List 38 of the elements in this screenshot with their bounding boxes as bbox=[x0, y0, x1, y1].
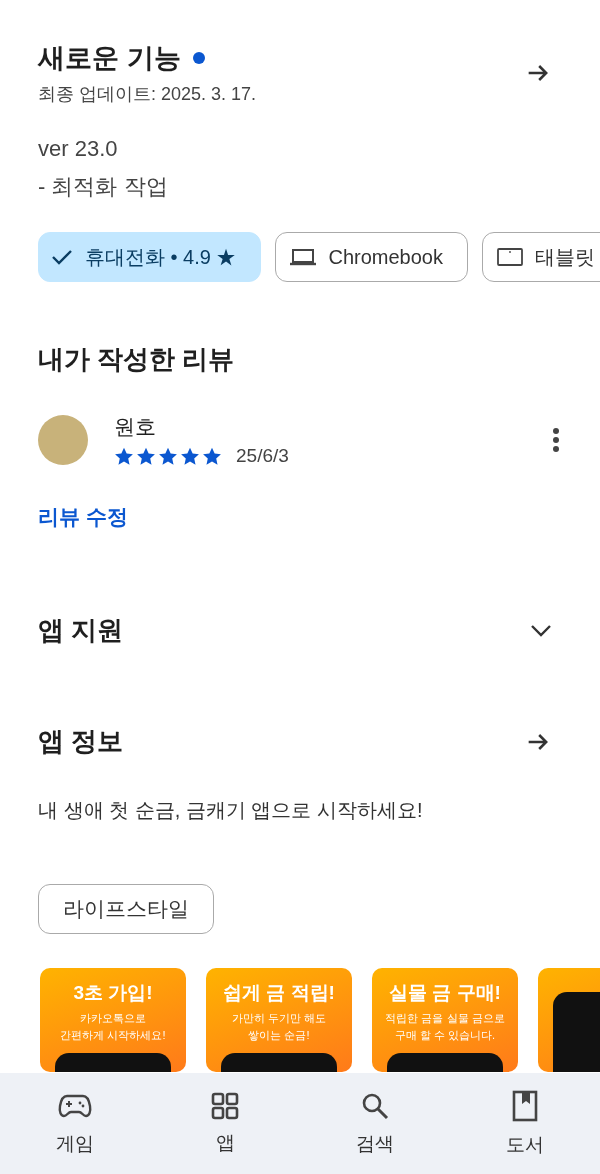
chevron-down-icon[interactable] bbox=[530, 623, 552, 638]
star-icon bbox=[202, 446, 222, 466]
release-note-text: ver 23.0 bbox=[38, 136, 119, 162]
device-chip[interactable]: Chromebook bbox=[275, 232, 468, 282]
nav-tab[interactable]: 앱 bbox=[180, 1085, 270, 1162]
star-icon bbox=[180, 446, 200, 466]
section-title: 새로운 기능 bbox=[38, 42, 181, 75]
star-icon bbox=[136, 446, 156, 466]
more-options-icon[interactable] bbox=[552, 427, 560, 453]
reviewer-name: 원호 bbox=[114, 414, 157, 440]
screenshot-caption: 적립한 금을 실물 금으로 구매 할 수 있습니다. bbox=[385, 1011, 505, 1043]
bookmark-book-icon bbox=[512, 1089, 538, 1122]
screenshot-caption: 카카오톡으로 간편하게 시작하세요! bbox=[60, 1011, 166, 1043]
screenshot-headline: 실물 금 구매! bbox=[389, 981, 501, 1005]
star-icon bbox=[114, 446, 134, 466]
nav-tab[interactable]: 도서 bbox=[480, 1083, 570, 1164]
star-icon bbox=[158, 446, 178, 466]
section-title: 앱 지원 bbox=[38, 614, 124, 647]
check-icon bbox=[51, 248, 73, 266]
avatar bbox=[38, 415, 88, 465]
section-title: 앱 정보 bbox=[38, 725, 124, 758]
section-title: 내가 작성한 리뷰 bbox=[38, 343, 236, 376]
device-chip[interactable]: 태블릿 bbox=[482, 232, 600, 282]
release-note-text: - 최적화 작업 bbox=[38, 173, 169, 201]
laptop-icon bbox=[290, 248, 317, 266]
nav-tab[interactable]: 게임 bbox=[30, 1084, 120, 1163]
edit-review-link[interactable]: 리뷰 수정 bbox=[38, 503, 128, 531]
nav-tab[interactable]: 검색 bbox=[330, 1084, 420, 1163]
tablet-icon bbox=[497, 248, 523, 266]
review-date: 25/6/3 bbox=[236, 445, 289, 467]
app-description: 내 생애 첫 순금, 금캐기 앱으로 시작하세요! bbox=[38, 798, 424, 823]
apps-grid-icon bbox=[211, 1091, 239, 1120]
device-chip[interactable]: 휴대전화 • 4.9 ★ bbox=[38, 232, 262, 282]
category-chip[interactable]: 라이프스타일 bbox=[38, 884, 214, 934]
screenshot-headline: 3초 가입! bbox=[73, 981, 153, 1005]
screenshot-headline: 쉽게 금 적립! bbox=[223, 981, 335, 1005]
last-updated-text: 최종 업데이트: 2025. 3. 17. bbox=[38, 83, 257, 106]
screenshot-caption: 가만히 두기만 해도 쌓이는 순금! bbox=[231, 1011, 327, 1043]
